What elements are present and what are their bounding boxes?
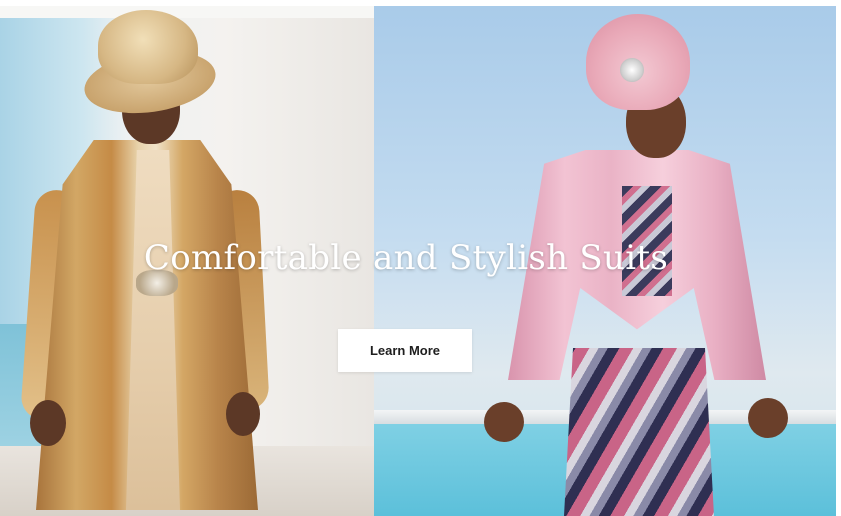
learn-more-label: Learn More (369, 343, 441, 358)
image-edge (836, 6, 839, 516)
model-right-hand (748, 398, 788, 438)
model-right-hat-jewel (620, 58, 644, 82)
learn-more-button[interactable]: Learn More (338, 329, 472, 372)
hero-headline: Comfortable and Stylish Suits (143, 238, 669, 278)
model-left-hat-crown (98, 10, 198, 84)
model-right-skirt (564, 348, 714, 516)
backdrop-wall (0, 6, 374, 18)
model-left-hand (226, 392, 260, 436)
model-left-hand (30, 400, 66, 446)
hero-banner: Comfortable and Stylish Suits Learn More (0, 0, 841, 516)
model-right-hand (484, 402, 524, 442)
